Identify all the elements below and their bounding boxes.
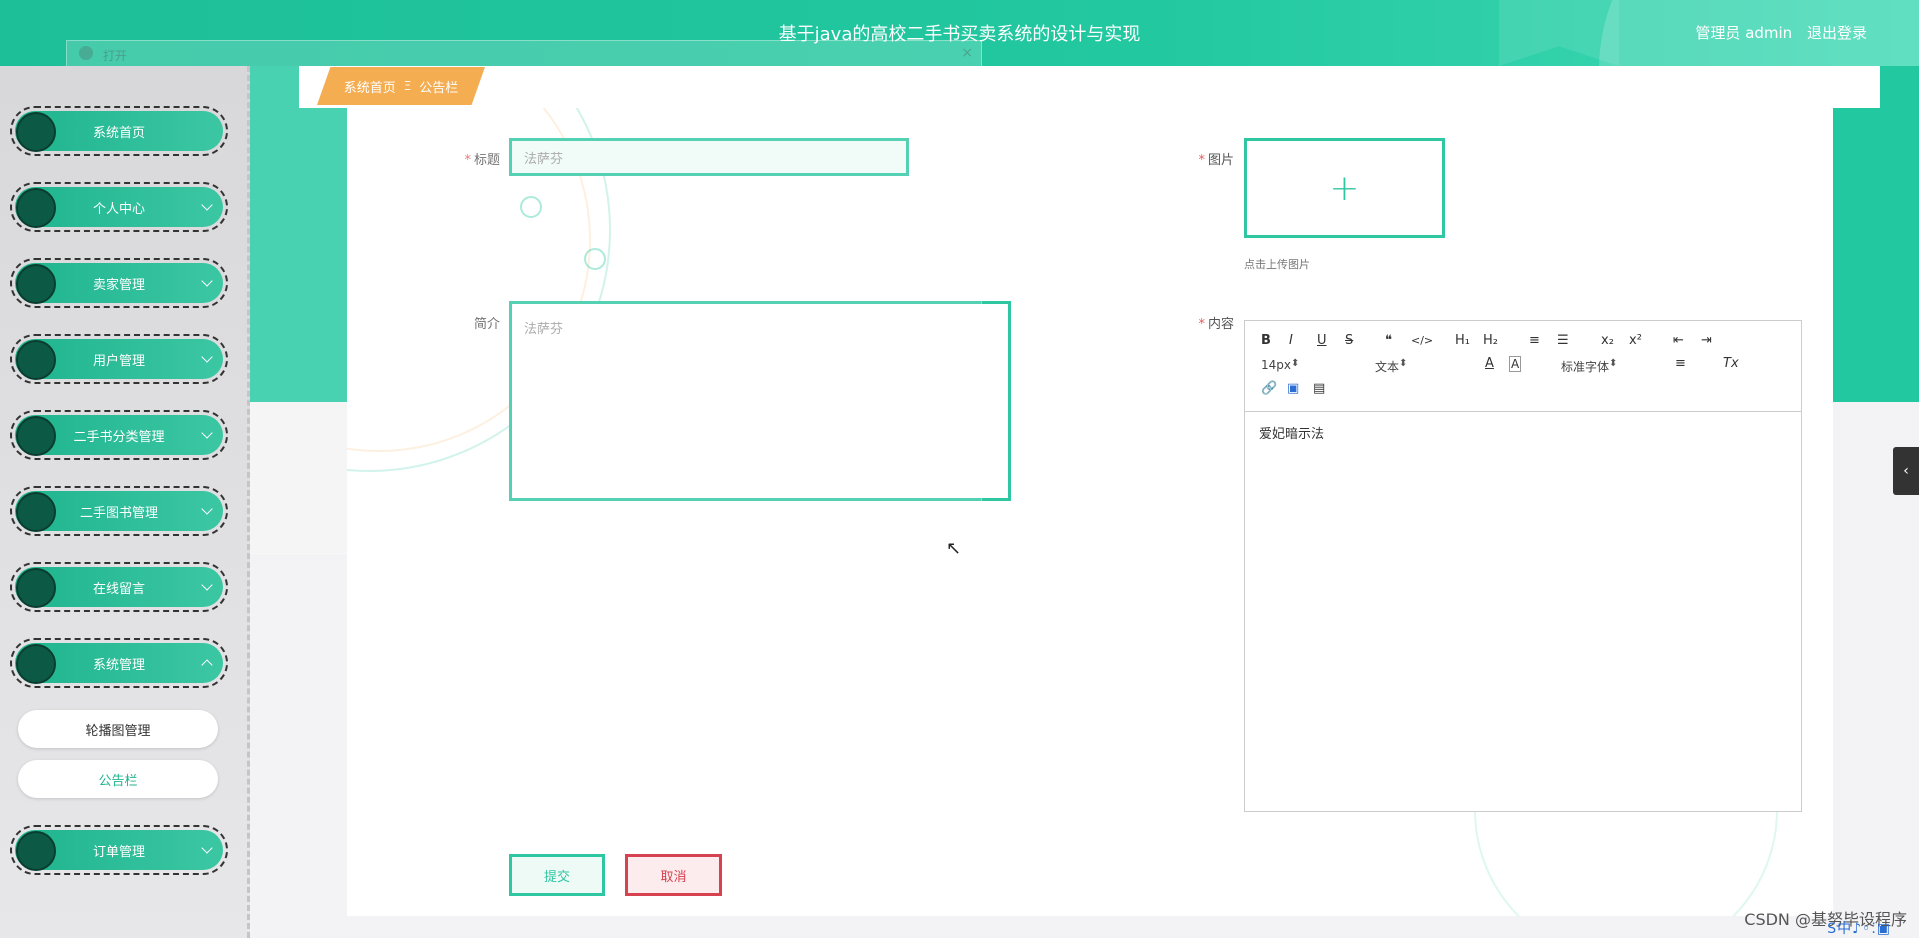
content-label: * 内容 [1198, 317, 1234, 332]
user-area: 管理员 admin 退出登录 [1685, 22, 1867, 43]
chevron-down-icon [201, 579, 213, 591]
rich-text-editor: B I U S ❝ </> H₁ H₂ ≡ ☰ x₂ x² ⇤ ⇥ 14px 文… [1244, 320, 1802, 812]
blockquote-icon[interactable]: ❝ [1385, 333, 1392, 348]
system-tray: S中♪◦⁚▣ [1827, 921, 1891, 937]
submenu-item-notice[interactable]: 公告栏 [18, 760, 218, 798]
chevron-down-icon [201, 503, 213, 515]
user-label: 管理员 admin [1695, 24, 1793, 42]
chevron-down-icon [201, 842, 213, 854]
mouse-cursor-icon: ↖ [946, 538, 962, 559]
strike-icon[interactable]: S [1345, 333, 1353, 348]
background-color-icon[interactable]: A [1509, 356, 1522, 372]
menu-dot-icon [16, 340, 56, 380]
italic-icon[interactable]: I [1289, 333, 1293, 348]
clear-format-icon[interactable]: Tx [1723, 356, 1739, 371]
editor-content[interactable]: 爱妃暗示法 [1259, 423, 1324, 442]
block-type-select[interactable]: 文本 [1375, 358, 1455, 375]
chevron-down-icon [201, 275, 213, 287]
sidebar-item-label: 系统首页 [92, 125, 145, 141]
menu-dot-icon [16, 264, 56, 304]
image-icon[interactable]: ▣ [1287, 381, 1299, 396]
image-upload-button[interactable]: + [1244, 138, 1445, 238]
sidebar-item-label: 订单管理 [92, 844, 145, 860]
chevron-up-icon [201, 659, 213, 671]
close-icon[interactable]: × [961, 45, 973, 61]
link-icon[interactable]: 🔗 [1261, 381, 1277, 396]
font-family-select[interactable]: 标准字体 [1561, 358, 1641, 375]
sidebar-item-label: 在线留言 [92, 581, 145, 597]
sidebar-item-label: 二手图书管理 [79, 505, 158, 521]
ghost-dialog-title: 打开 [103, 49, 128, 63]
sidebar-item-users[interactable]: 用户管理 [10, 334, 228, 384]
outdent-icon[interactable]: ⇤ [1673, 333, 1684, 348]
menu-dot-icon [16, 112, 56, 152]
chevron-down-icon [201, 351, 213, 363]
logout-link[interactable]: 退出登录 [1807, 24, 1867, 42]
font-color-icon[interactable]: A [1485, 356, 1494, 371]
align-icon[interactable]: ≡ [1675, 356, 1686, 371]
code-icon[interactable]: </> [1411, 334, 1433, 347]
menu-dot-icon [16, 188, 56, 228]
superscript-icon[interactable]: x² [1629, 333, 1642, 348]
sidebar-item-label: 二手书分类管理 [73, 429, 165, 445]
image-label: * 图片 [1198, 153, 1234, 168]
sidebar-item-label: 个人中心 [92, 201, 145, 217]
sidebar-item-messages[interactable]: 在线留言 [10, 562, 228, 612]
menu-dot-icon [16, 568, 56, 608]
chevron-down-icon [201, 427, 213, 439]
sidebar-item-used-books[interactable]: 二手图书管理 [10, 486, 228, 536]
sidebar-item-orders[interactable]: 订单管理 [10, 825, 228, 875]
editor-toolbar: B I U S ❝ </> H₁ H₂ ≡ ☰ x₂ x² ⇤ ⇥ 14px 文… [1245, 321, 1801, 412]
sidebar-item-system[interactable]: 系统管理 [10, 638, 228, 688]
menu-dot-icon [16, 416, 56, 456]
h1-icon[interactable]: H₁ [1455, 333, 1470, 348]
ghost-dialog-header: 打开 × [67, 41, 981, 67]
chevron-left-icon[interactable]: ‹ [1893, 447, 1919, 495]
subscript-icon[interactable]: x₂ [1601, 333, 1614, 348]
sidebar-item-label: 卖家管理 [92, 277, 145, 293]
menu-dot-icon [16, 644, 56, 684]
sidebar-item-sellers[interactable]: 卖家管理 [10, 258, 228, 308]
h2-icon[interactable]: H₂ [1483, 333, 1498, 348]
video-icon[interactable]: ▤ [1313, 381, 1325, 396]
upload-hint: 点击上传图片 [1244, 258, 1310, 271]
underline-icon[interactable]: U [1317, 333, 1327, 348]
indent-icon[interactable]: ⇥ [1701, 333, 1712, 348]
font-size-select[interactable]: 14px [1261, 358, 1341, 372]
browser-logo-icon [79, 46, 93, 60]
cancel-button[interactable]: 取消 [625, 854, 722, 896]
sidebar: 系统首页 个人中心 卖家管理 用户管理 二手书分类管理 二手图书管理 在线留言 … [0, 66, 250, 938]
bold-icon[interactable]: B [1261, 333, 1271, 348]
ordered-list-icon[interactable]: ≡ [1529, 333, 1540, 348]
chevron-down-icon [201, 199, 213, 211]
sidebar-item-label: 系统管理 [92, 657, 145, 673]
sidebar-item-profile[interactable]: 个人中心 [10, 182, 228, 232]
sidebar-item-home[interactable]: 系统首页 [10, 106, 228, 156]
sidebar-item-book-categories[interactable]: 二手书分类管理 [10, 410, 228, 460]
menu-dot-icon [16, 492, 56, 532]
menu-dot-icon [16, 831, 56, 871]
submit-button[interactable]: 提交 [509, 854, 605, 896]
submenu-item-carousel[interactable]: 轮播图管理 [18, 710, 218, 748]
bullet-list-icon[interactable]: ☰ [1557, 333, 1569, 348]
sidebar-item-label: 用户管理 [92, 353, 145, 369]
plus-icon: + [1329, 167, 1360, 209]
